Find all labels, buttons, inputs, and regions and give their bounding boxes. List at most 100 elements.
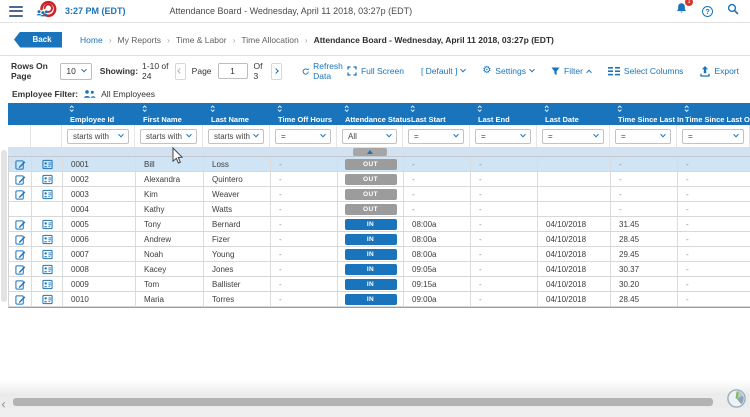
status-badge[interactable]: IN: [344, 278, 397, 290]
sort-icon[interactable]: [142, 104, 149, 113]
table-row-employee-0002[interactable]: 0002 Alexandra Quintero - OUT - - - -: [9, 172, 750, 187]
status-badge[interactable]: OUT: [344, 158, 397, 170]
status-badge[interactable]: IN: [344, 233, 397, 245]
status-badge[interactable]: OUT: [344, 203, 397, 215]
edit-row-button[interactable]: [9, 172, 32, 186]
employee-filter-label: Employee Filter:: [12, 89, 79, 99]
table-row-employee-0001[interactable]: 0001 Bill Loss - OUT - - - -: [9, 157, 750, 172]
filter-select-time-since-last-out[interactable]: =: [682, 128, 744, 144]
horizontal-scrollbar-thumb[interactable]: [13, 398, 713, 406]
table-row-employee-0009[interactable]: 0009 Tom Ballister - IN 09:15a -04/10/2018 30.2…: [9, 277, 750, 292]
export-button[interactable]: Export: [700, 65, 739, 77]
edit-row-button[interactable]: [9, 292, 32, 306]
edit-row-button[interactable]: [9, 277, 32, 291]
column-header-employee-id[interactable]: Employee Id: [62, 103, 135, 125]
employee-card-icon: [41, 264, 53, 274]
filter-select-employee-id[interactable]: starts with: [67, 128, 129, 144]
employee-card-button[interactable]: [32, 232, 63, 246]
breadcrumb-home[interactable]: Home: [80, 35, 103, 45]
sort-icon[interactable]: [210, 104, 217, 113]
breadcrumb-time-allocation[interactable]: Time Allocation: [241, 35, 298, 45]
filter-select-time-since-last-in[interactable]: =: [615, 128, 671, 144]
status-badge[interactable]: IN: [344, 218, 397, 230]
sort-icon[interactable]: [344, 104, 351, 113]
column-header-last-date[interactable]: Last Date: [537, 103, 610, 125]
cell-last-start: 09:00a: [404, 292, 471, 306]
notifications-bell-icon[interactable]: 1: [675, 0, 693, 20]
sort-icon[interactable]: [69, 104, 76, 113]
table-row-employee-0004[interactable]: 0004 Kathy Watts - OUT - - - -: [9, 202, 750, 217]
menu-icon[interactable]: [9, 5, 23, 17]
employee-card-button[interactable]: [32, 292, 63, 306]
employee-filter-value[interactable]: All Employees: [101, 89, 155, 99]
column-header-last-end[interactable]: Last End: [470, 103, 537, 125]
status-badge[interactable]: IN: [344, 263, 397, 275]
search-icon[interactable]: [727, 2, 739, 20]
settings-button[interactable]: ⚙ Settings: [482, 66, 535, 76]
breadcrumb-my-reports[interactable]: My Reports: [118, 35, 161, 45]
edit-row-button[interactable]: [9, 232, 32, 246]
sort-icon[interactable]: [684, 104, 691, 113]
table-row-employee-0003[interactable]: 0003 Kim Weaver - OUT - - - -: [9, 187, 750, 202]
showing-label: Showing:: [99, 66, 139, 76]
table-row-employee-0010[interactable]: 0010 Maria Torres - IN 09:00a -04/10/2018 28.45…: [9, 292, 750, 307]
horizontal-scrollbar[interactable]: [0, 396, 750, 408]
table-row-employee-0007[interactable]: 0007 Noah Young - IN 08:00a -04/10/2018 29.45-: [9, 247, 750, 262]
status-badge[interactable]: IN: [344, 293, 397, 305]
filter-select-attendance-status[interactable]: All: [342, 128, 397, 144]
employee-card-button[interactable]: [32, 217, 63, 231]
sort-icon[interactable]: [617, 104, 624, 113]
back-button[interactable]: Back: [14, 31, 62, 48]
employee-card-button[interactable]: [32, 172, 63, 186]
table-row-employee-0005[interactable]: 0005 Tony Bernard - IN 08:00a -04/10/2018 31.45…: [9, 217, 750, 232]
help-icon[interactable]: ?: [702, 5, 713, 17]
filter-select-time-off-hours[interactable]: =: [275, 128, 331, 144]
employee-card-button[interactable]: [32, 277, 63, 291]
column-header-time-since-last-in[interactable]: Time Since Last In: [610, 103, 684, 125]
full-screen-button[interactable]: Full Screen: [347, 66, 404, 76]
table-filter-row: starts with starts with starts with = All = = =…: [8, 125, 750, 147]
column-header-attendance-status[interactable]: Attendance Status: [337, 103, 411, 125]
next-page-button[interactable]: [270, 62, 282, 80]
breadcrumb-time-labor[interactable]: Time & Labor: [176, 35, 227, 45]
refresh-data-button[interactable]: Refresh Data: [302, 61, 347, 81]
column-header-first-name[interactable]: First Name: [135, 103, 203, 125]
filter-select-last-date[interactable]: =: [542, 128, 604, 144]
vertical-scrollbar[interactable]: [1, 150, 7, 302]
edit-row-button[interactable]: [9, 247, 32, 261]
sort-icon[interactable]: [477, 104, 484, 113]
employee-card-button[interactable]: [32, 247, 63, 261]
rows-per-page-select[interactable]: 10: [60, 62, 92, 80]
table-row-employee-0006[interactable]: 0006 Andrew Fizer - IN 08:00a -04/10/2018 28.45…: [9, 232, 750, 247]
page-number-input[interactable]: [217, 63, 248, 79]
filter-select-last-name[interactable]: starts with: [208, 128, 264, 144]
previous-page-button[interactable]: [174, 62, 186, 80]
select-columns-button[interactable]: Select Columns: [607, 66, 683, 76]
edit-row-button[interactable]: [9, 187, 32, 201]
employee-card-button[interactable]: [32, 187, 63, 201]
filter-button[interactable]: Filter: [551, 66, 592, 76]
status-badge[interactable]: OUT: [344, 173, 397, 185]
table-row-employee-0008[interactable]: 0008 Kacey Jones - IN 09:05a -04/10/2018 30.37-: [9, 262, 750, 277]
view-default-select[interactable]: [ Default ]: [421, 66, 467, 76]
employee-card-button[interactable]: [32, 157, 63, 171]
current-time[interactable]: 3:27 PM (EDT): [65, 6, 126, 16]
column-header-time-since-last-out[interactable]: Time Since Last Out: [677, 103, 750, 125]
edit-row-button[interactable]: [9, 262, 32, 276]
chevron-down-icon: [118, 131, 124, 138]
sort-icon[interactable]: [277, 104, 284, 113]
edit-row-button[interactable]: [9, 157, 32, 171]
status-badge[interactable]: OUT: [344, 188, 397, 200]
column-header-time-off-hours[interactable]: Time Off Hours: [270, 103, 337, 125]
filter-select-last-end[interactable]: =: [475, 128, 531, 144]
column-header-last-name[interactable]: Last Name: [203, 103, 270, 125]
employee-card-button[interactable]: [32, 262, 63, 276]
edit-row-button[interactable]: [9, 217, 32, 231]
filter-select-last-start[interactable]: =: [408, 128, 464, 144]
sort-icon[interactable]: [544, 104, 551, 113]
status-badge[interactable]: IN: [344, 248, 397, 260]
sort-icon[interactable]: [410, 104, 417, 113]
column-header-last-start[interactable]: Last Start: [403, 103, 470, 125]
filter-select-first-name[interactable]: starts with: [140, 128, 197, 144]
collapse-filter-button[interactable]: [353, 148, 387, 156]
